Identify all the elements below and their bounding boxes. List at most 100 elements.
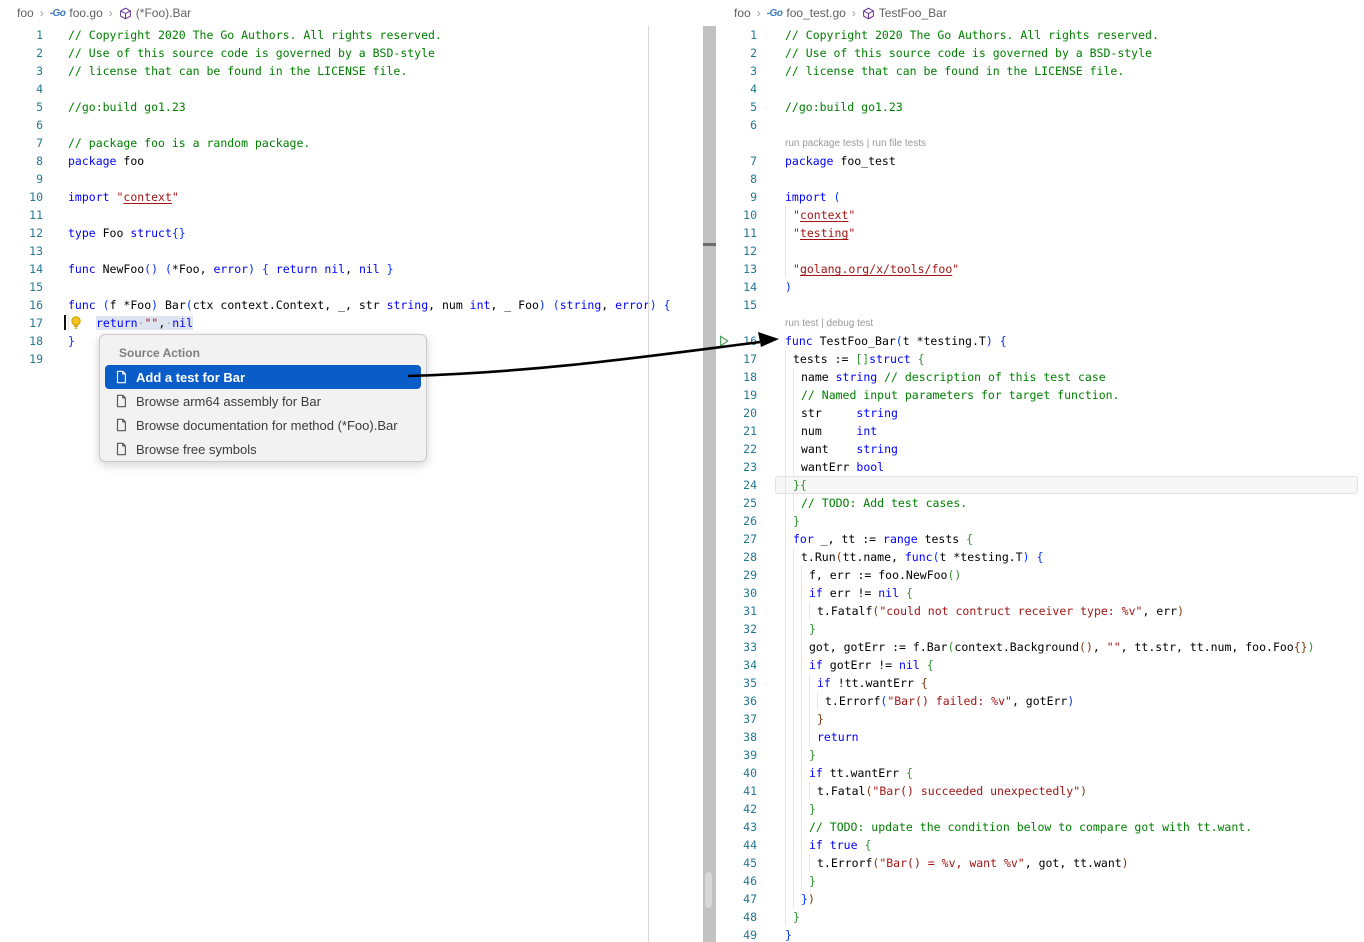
menu-item[interactable]: Browse documentation for method (*Foo).B… xyxy=(105,413,421,437)
code-line-text[interactable]: } xyxy=(785,800,1364,818)
code-line-text[interactable]: ) xyxy=(785,278,1364,296)
code-line-text[interactable]: package foo_test xyxy=(785,152,1364,170)
code-line-text[interactable]: name string // description of this test … xyxy=(785,368,1364,386)
code-line-text[interactable]: wantErr bool xyxy=(785,458,1364,476)
code-line-text[interactable]: import "context" xyxy=(68,188,717,206)
code-line-text[interactable]: "golang.org/x/tools/foo" xyxy=(785,260,1364,278)
code-line-text[interactable]: got, gotErr := f.Bar(context.Background(… xyxy=(785,638,1364,656)
code-line-text[interactable]: "context" xyxy=(785,206,1364,224)
code-line-text[interactable] xyxy=(785,80,1364,98)
scrollbar-thumb[interactable] xyxy=(705,872,712,908)
line-number: 40 xyxy=(717,764,757,782)
code-line-text[interactable]: //go:build go1.23 xyxy=(785,98,1364,116)
code-line: 4 xyxy=(717,80,1364,98)
code-line-text[interactable] xyxy=(785,242,1364,260)
code-line-text[interactable]: // Copyright 2020 The Go Authors. All ri… xyxy=(785,26,1364,44)
code-line: 11"testing" xyxy=(717,224,1364,242)
line-number: 15 xyxy=(0,278,43,296)
menu-item[interactable]: Add a test for Bar xyxy=(105,365,421,389)
line-number: 6 xyxy=(717,116,757,134)
code-line-text[interactable]: // Use of this source code is governed b… xyxy=(68,44,717,62)
code-line-text[interactable]: }{ xyxy=(785,476,1364,494)
code-area[interactable]: 1// Copyright 2020 The Go Authors. All r… xyxy=(0,0,717,942)
code-line-text[interactable]: return·"",·nil xyxy=(68,314,717,332)
code-line-text[interactable]: // Named input parameters for target fun… xyxy=(785,386,1364,404)
code-line-text[interactable]: if !tt.wantErr { xyxy=(785,674,1364,692)
code-line-text[interactable]: } xyxy=(785,908,1364,926)
code-line-text[interactable]: if err != nil { xyxy=(785,584,1364,602)
code-line-text[interactable]: package foo xyxy=(68,152,717,170)
code-line-text[interactable]: if true { xyxy=(785,836,1364,854)
line-number: 18 xyxy=(0,332,43,350)
code-line-text[interactable]: if tt.wantErr { xyxy=(785,764,1364,782)
line-number: 20 xyxy=(717,404,757,422)
code-line-text[interactable] xyxy=(68,170,717,188)
code-line-text[interactable]: tests := []struct { xyxy=(785,350,1364,368)
code-line-text[interactable] xyxy=(68,242,717,260)
codelens-commands[interactable]: run package tests | run file tests xyxy=(785,135,926,153)
code-line-text[interactable]: f, err := foo.NewFoo() xyxy=(785,566,1364,584)
run-test-icon[interactable] xyxy=(718,335,730,347)
code-line-text[interactable]: // package foo is a random package. xyxy=(68,134,717,152)
line-number: 3 xyxy=(0,62,43,80)
code-line-text[interactable]: } xyxy=(785,512,1364,530)
code-line-text[interactable]: func (f *Foo) Bar(ctx context.Context, _… xyxy=(68,296,717,314)
code-line-text[interactable] xyxy=(785,116,1364,134)
menu-item[interactable]: Browse free symbols xyxy=(105,437,421,461)
menu-item[interactable]: Browse arm64 assembly for Bar xyxy=(105,389,421,413)
code-line: 23wantErr bool xyxy=(717,458,1364,476)
code-line: 3 // license that can be found in the LIC… xyxy=(0,62,717,80)
code-line-text[interactable]: } xyxy=(785,872,1364,890)
code-line-text[interactable]: // license that can be found in the LICE… xyxy=(68,62,717,80)
code-line-text[interactable]: //go:build go1.23 xyxy=(68,98,717,116)
line-number: 31 xyxy=(717,602,757,620)
code-line-text[interactable]: return xyxy=(785,728,1364,746)
indent-guide xyxy=(785,746,786,764)
indent-guide xyxy=(785,566,786,584)
code-line-text[interactable]: t.Fatalf("could not contruct receiver ty… xyxy=(785,602,1364,620)
code-line-text[interactable]: t.Fatal("Bar() succeeded unexpectedly") xyxy=(785,782,1364,800)
code-line-text[interactable]: want string xyxy=(785,440,1364,458)
code-line-text[interactable] xyxy=(68,278,717,296)
code-line-text[interactable]: // TODO: Add test cases. xyxy=(785,494,1364,512)
code-line-text[interactable]: import ( xyxy=(785,188,1364,206)
code-line-text[interactable]: // Copyright 2020 The Go Authors. All ri… xyxy=(68,26,717,44)
code-line-text[interactable] xyxy=(785,296,1364,314)
code-line-text[interactable]: // Use of this source code is governed b… xyxy=(785,44,1364,62)
code-line-text[interactable]: func TestFoo_Bar(t *testing.T) { xyxy=(785,332,1364,350)
code-line-text[interactable]: func NewFoo() (*Foo, error) { return nil… xyxy=(68,260,717,278)
code-line-text[interactable]: } xyxy=(785,926,1364,942)
code-line-text[interactable]: t.Errorf("Bar() failed: %v", gotErr) xyxy=(785,692,1364,710)
indent-guide xyxy=(801,566,802,584)
code-line-text[interactable]: t.Run(tt.name, func(t *testing.T) { xyxy=(785,548,1364,566)
indent-guide xyxy=(801,854,802,872)
code-line: 7package foo_test xyxy=(717,152,1364,170)
code-line-text[interactable]: // license that can be found in the LICE… xyxy=(785,62,1364,80)
code-line-text[interactable]: } xyxy=(785,746,1364,764)
code-line-text[interactable]: t.Errorf("Bar() = %v, want %v", got, tt.… xyxy=(785,854,1364,872)
code-line-text[interactable] xyxy=(68,116,717,134)
code-line-text[interactable]: "testing" xyxy=(785,224,1364,242)
code-line-text[interactable]: type Foo struct{} xyxy=(68,224,717,242)
editor-scrollbar[interactable] xyxy=(703,26,716,942)
code-line-text[interactable]: }) xyxy=(785,890,1364,908)
lightbulb-icon[interactable] xyxy=(70,316,82,330)
code-line: 1// Copyright 2020 The Go Authors. All r… xyxy=(717,26,1364,44)
code-line-text[interactable] xyxy=(68,80,717,98)
code-line-text[interactable]: for _, tt := range tests { xyxy=(785,530,1364,548)
line-number: 9 xyxy=(0,170,43,188)
line-number: 26 xyxy=(717,512,757,530)
line-number: 18 xyxy=(717,368,757,386)
code-line-text[interactable] xyxy=(68,206,717,224)
code-line-text[interactable]: str string xyxy=(785,404,1364,422)
indent-guide xyxy=(793,890,794,908)
code-line-text[interactable]: } xyxy=(785,620,1364,638)
code-line-text[interactable]: num int xyxy=(785,422,1364,440)
code-line-text[interactable] xyxy=(785,170,1364,188)
code-line-text[interactable]: } xyxy=(785,710,1364,728)
indent-guide xyxy=(801,674,802,692)
code-line-text[interactable]: if gotErr != nil { xyxy=(785,656,1364,674)
codelens-commands[interactable]: run test | debug test xyxy=(785,315,873,333)
code-area[interactable]: 1// Copyright 2020 The Go Authors. All r… xyxy=(717,0,1364,942)
code-line-text[interactable]: // TODO: update the condition below to c… xyxy=(785,818,1364,836)
